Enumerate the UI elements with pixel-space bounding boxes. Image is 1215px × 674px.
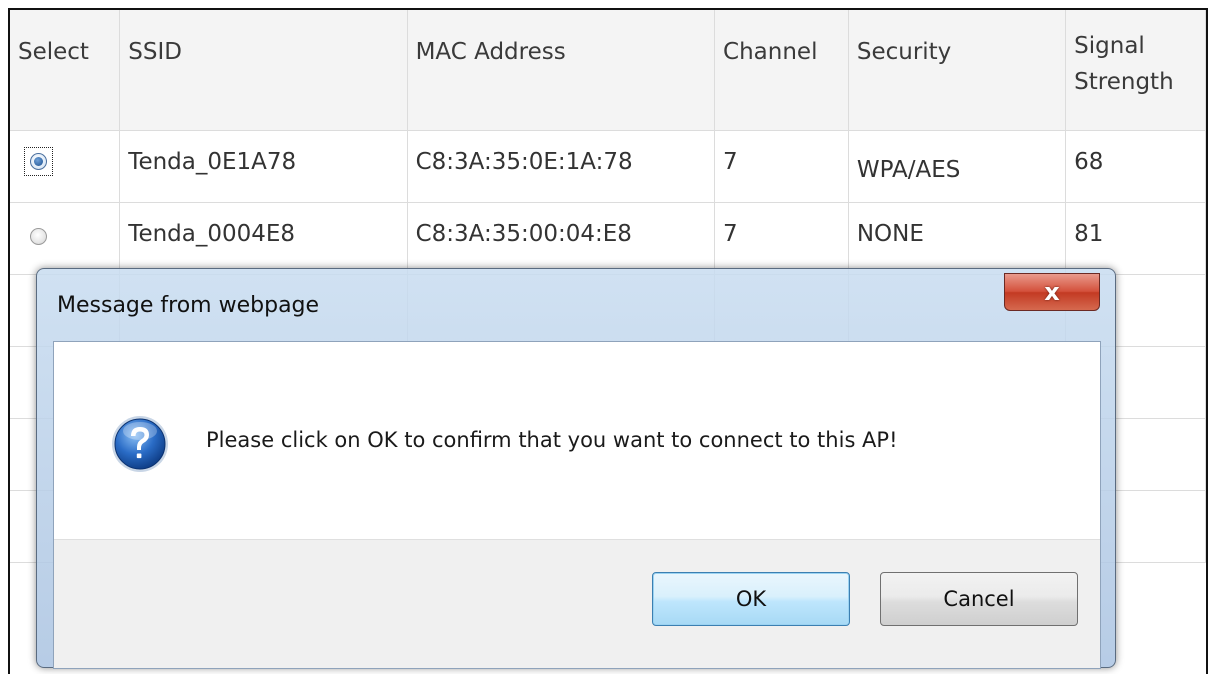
mac-cell: C8:3A:35:0E:1A:78	[407, 130, 716, 203]
channel-cell: 7	[714, 130, 849, 203]
select-cell	[10, 202, 121, 275]
security-cell: NONE	[848, 202, 1067, 275]
focus-ring	[24, 146, 53, 176]
table-row[interactable]: Tenda_0E1A78 C8:3A:35:0E:1A:78 7 WPA/AES…	[10, 130, 1206, 203]
ok-button[interactable]: OK	[652, 572, 850, 626]
question-icon	[112, 416, 168, 472]
signal-cell: 68	[1065, 130, 1206, 203]
security-cell: WPA/AES	[848, 130, 1067, 203]
signal-cell: 81	[1065, 202, 1206, 275]
select-cell	[10, 130, 121, 203]
channel-cell: 7	[714, 202, 849, 275]
ssid-cell: Tenda_0E1A78	[119, 130, 408, 203]
header-signal-strength: Signal Strength	[1065, 10, 1206, 131]
dialog-title: Message from webpage	[57, 293, 320, 318]
header-security: Security	[848, 10, 1067, 131]
dialog-footer: OK Cancel	[54, 539, 1100, 668]
close-button[interactable]: x	[1004, 273, 1100, 311]
header-mac-address: MAC Address	[407, 10, 716, 131]
ap-radio-selected[interactable]	[30, 152, 47, 170]
mac-cell: C8:3A:35:00:04:E8	[407, 202, 716, 275]
table-header-row: Select SSID MAC Address Channel Security…	[10, 10, 1206, 131]
header-ssid: SSID	[119, 10, 408, 131]
table-row[interactable]: Tenda_0004E8 C8:3A:35:00:04:E8 7 NONE 81	[10, 202, 1206, 275]
close-icon: x	[1044, 278, 1060, 306]
ap-radio[interactable]	[30, 227, 47, 245]
dialog-body: Please click on OK to confirm that you w…	[53, 341, 1101, 669]
dialog-message: Please click on OK to confirm that you w…	[206, 428, 898, 452]
header-channel: Channel	[714, 10, 849, 131]
header-select: Select	[10, 10, 121, 131]
ssid-cell: Tenda_0004E8	[119, 202, 408, 275]
confirm-dialog: Message from webpage x Please click on O…	[36, 268, 1116, 669]
cancel-button[interactable]: Cancel	[880, 572, 1078, 626]
